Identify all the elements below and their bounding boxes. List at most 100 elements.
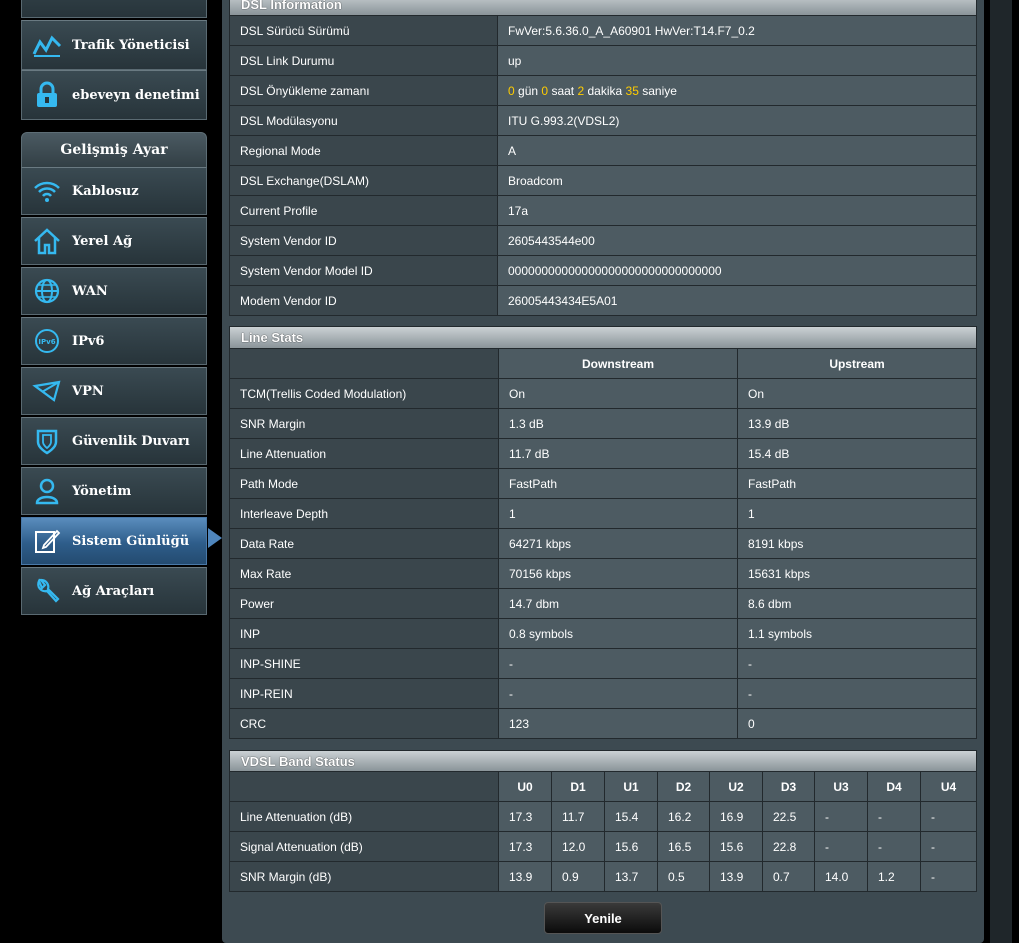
band-value: - bbox=[920, 831, 977, 862]
upstream-value: On bbox=[737, 378, 977, 409]
section-title: Gelişmiş Ayar bbox=[21, 132, 207, 168]
table-row: DSL Modülasyonu ITU G.993.2(VDSL2) bbox=[229, 105, 977, 136]
sidebar-item-wireless[interactable]: Kablosuz bbox=[21, 167, 207, 215]
table-row: Signal Attenuation (dB) 17.3 12.0 15.6 1… bbox=[229, 831, 977, 862]
svg-text:IPv6: IPv6 bbox=[38, 338, 55, 346]
row-key: Interleave Depth bbox=[229, 498, 499, 529]
band-header: U2 bbox=[709, 771, 763, 802]
sidebar-item-label: Trafik Yöneticisi bbox=[72, 37, 190, 53]
band-value: 17.3 bbox=[498, 801, 552, 832]
table-row: DSL Önyükleme zamanı 0 gün 0 saat 2 daki… bbox=[229, 75, 977, 106]
downstream-value: 0.8 symbols bbox=[498, 618, 738, 649]
downstream-value: 1 bbox=[498, 498, 738, 529]
home-icon bbox=[22, 227, 72, 255]
upstream-value: 8191 kbps bbox=[737, 528, 977, 559]
band-value: 16.5 bbox=[657, 831, 710, 862]
table-row: INP-SHINE - - bbox=[229, 648, 977, 679]
active-indicator-arrow bbox=[208, 528, 222, 548]
row-key: INP bbox=[229, 618, 499, 649]
row-value: 26005443434E5A01 bbox=[497, 285, 977, 316]
dsl-info-title: DSL Information bbox=[241, 0, 342, 12]
band-value: 17.3 bbox=[498, 831, 552, 862]
uptime-hours-label: saat bbox=[551, 83, 575, 98]
row-key: System Vendor Model ID bbox=[229, 255, 498, 286]
band-value: 11.7 bbox=[551, 801, 605, 832]
row-key: Data Rate bbox=[229, 528, 499, 559]
band-value: - bbox=[867, 801, 921, 832]
row-key: INP-SHINE bbox=[229, 648, 499, 679]
band-header: D4 bbox=[867, 771, 921, 802]
sidebar-item-network-tools[interactable]: Ağ Araçları bbox=[21, 567, 207, 615]
downstream-value: 123 bbox=[498, 708, 738, 739]
sidebar-item-system-log[interactable]: Sistem Günlüğü bbox=[21, 517, 207, 565]
downstream-value: 1.3 dB bbox=[498, 408, 738, 439]
sidebar-item-label: Sistem Günlüğü bbox=[72, 533, 190, 549]
row-key: Signal Attenuation (dB) bbox=[229, 831, 499, 862]
tools-icon bbox=[22, 577, 72, 605]
table-row: Current Profile 17a bbox=[229, 195, 977, 226]
sidebar-item-parental[interactable]: ebeveyn denetimi bbox=[21, 70, 207, 120]
row-value: 17a bbox=[497, 195, 977, 226]
row-value: 2605443544e00 bbox=[497, 225, 977, 256]
upstream-value: 13.9 dB bbox=[737, 408, 977, 439]
downstream-value: 64271 kbps bbox=[498, 528, 738, 559]
row-key: System Vendor ID bbox=[229, 225, 498, 256]
sidebar-item-firewall[interactable]: Güvenlik Duvarı bbox=[21, 417, 207, 465]
downstream-value: On bbox=[498, 378, 738, 409]
sidebar-item-label: Yerel Ağ bbox=[72, 233, 133, 249]
dsl-info-header: DSL Information bbox=[229, 0, 977, 16]
downstream-value: 11.7 dB bbox=[498, 438, 738, 469]
row-key: Power bbox=[229, 588, 499, 619]
band-header: U1 bbox=[604, 771, 658, 802]
row-key: DSL Link Durumu bbox=[229, 45, 498, 76]
row-key: CRC bbox=[229, 708, 499, 739]
row-key: SNR Margin (dB) bbox=[229, 861, 499, 892]
row-key: Current Profile bbox=[229, 195, 498, 226]
downstream-value: 70156 kbps bbox=[498, 558, 738, 589]
table-row: Regional Mode A bbox=[229, 135, 977, 166]
table-row: SNR Margin (dB) 13.9 0.9 13.7 0.5 13.9 0… bbox=[229, 861, 977, 892]
band-header: U3 bbox=[814, 771, 868, 802]
vpn-icon bbox=[22, 378, 72, 404]
sidebar-item-traffic[interactable]: Trafik Yöneticisi bbox=[21, 20, 207, 70]
uptime-seconds: 35 bbox=[625, 83, 639, 98]
refresh-button[interactable]: Yenile bbox=[544, 902, 662, 934]
table-header-row: U0 D1 U1 D2 U2 D3 U3 D4 U4 bbox=[229, 771, 977, 802]
downstream-value: - bbox=[498, 648, 738, 679]
sidebar-item-label: ebeveyn denetimi bbox=[72, 87, 200, 103]
sidebar-item-label: Kablosuz bbox=[72, 183, 139, 199]
band-value: 13.9 bbox=[498, 861, 552, 892]
col-header-downstream: Downstream bbox=[498, 348, 738, 379]
sidebar-item-wan[interactable]: WAN bbox=[21, 267, 207, 315]
band-value: - bbox=[920, 861, 977, 892]
table-row: Line Attenuation (dB) 17.3 11.7 15.4 16.… bbox=[229, 801, 977, 832]
row-value: 00000000000000000000000000000000 bbox=[497, 255, 977, 286]
row-key: SNR Margin bbox=[229, 408, 499, 439]
row-value: up bbox=[497, 45, 977, 76]
page-edge bbox=[1012, 0, 1019, 943]
band-value: 0.9 bbox=[551, 861, 605, 892]
line-stats-table: Downstream Upstream TCM(Trellis Coded Mod… bbox=[229, 348, 977, 739]
uptime-days: 0 bbox=[508, 83, 515, 98]
row-key: DSL Modülasyonu bbox=[229, 105, 498, 136]
sidebar-item-label: IPv6 bbox=[72, 333, 105, 349]
sidebar-item-ipv6[interactable]: IPv6 IPv6 bbox=[21, 317, 207, 365]
traffic-icon bbox=[22, 32, 72, 58]
row-value: FwVer:5.6.36.0_A_A60901 HwVer:T14.F7_0.2 bbox=[497, 15, 977, 46]
upstream-value: 15.4 dB bbox=[737, 438, 977, 469]
downstream-value: 14.7 dbm bbox=[498, 588, 738, 619]
row-key: Regional Mode bbox=[229, 135, 498, 166]
table-row: TCM(Trellis Coded Modulation) On On bbox=[229, 378, 977, 409]
band-value: 0.7 bbox=[762, 861, 815, 892]
vdsl-band-table: U0 D1 U1 D2 U2 D3 U3 D4 U4 Line Attenuat… bbox=[229, 771, 977, 892]
shield-icon bbox=[22, 427, 72, 455]
sidebar-item-vpn[interactable]: VPN bbox=[21, 367, 207, 415]
table-row: DSL Sürücü Sürümü FwVer:5.6.36.0_A_A60901… bbox=[229, 15, 977, 46]
sidebar-item-admin[interactable]: Yönetim bbox=[21, 467, 207, 515]
upstream-value: - bbox=[737, 648, 977, 679]
row-key: Line Attenuation (dB) bbox=[229, 801, 499, 832]
band-value: 13.9 bbox=[709, 861, 763, 892]
table-row: DSL Exchange(DSLAM) Broadcom bbox=[229, 165, 977, 196]
sidebar-item-lan[interactable]: Yerel Ağ bbox=[21, 217, 207, 265]
sidebar-item-hidden-top[interactable] bbox=[21, 0, 207, 18]
